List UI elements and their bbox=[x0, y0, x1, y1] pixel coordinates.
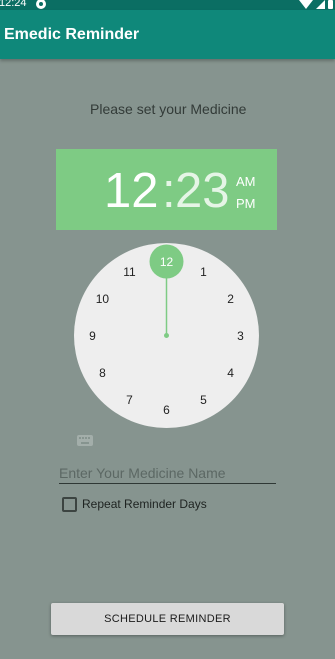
notification-icon bbox=[36, 0, 46, 9]
app-title: Emedic Reminder bbox=[4, 26, 140, 43]
clock-center-dot bbox=[164, 333, 169, 338]
battery-icon bbox=[328, 0, 333, 9]
clock-number-3[interactable]: 3 bbox=[237, 329, 244, 343]
repeat-reminder-checkbox[interactable] bbox=[62, 497, 77, 512]
clock-number-9[interactable]: 9 bbox=[89, 329, 96, 343]
status-icons bbox=[299, 0, 333, 10]
status-time: 12:24 bbox=[0, 0, 27, 9]
clock-number-7[interactable]: 7 bbox=[126, 393, 133, 407]
clock-number-10[interactable]: 10 bbox=[96, 292, 110, 306]
medicine-name-input[interactable] bbox=[59, 462, 276, 484]
status-bar: 12:24 bbox=[0, 0, 335, 10]
time-picker-header: 12 : 23 AM PM bbox=[56, 149, 277, 230]
prompt-text: Please set your Medicine bbox=[90, 101, 247, 117]
wifi-icon bbox=[299, 0, 313, 9]
clock-number-4[interactable]: 4 bbox=[227, 366, 234, 380]
clock-number-2[interactable]: 2 bbox=[227, 292, 234, 306]
am-toggle[interactable]: AM bbox=[236, 174, 256, 189]
clock-number-1[interactable]: 1 bbox=[200, 265, 207, 279]
clock-number-11[interactable]: 11 bbox=[123, 265, 136, 279]
clock-number-12[interactable]: 12 bbox=[160, 255, 174, 269]
clock-dial[interactable]: 121234567891011 bbox=[74, 243, 259, 428]
keyboard-icon[interactable] bbox=[77, 435, 93, 446]
hour-display[interactable]: 12 bbox=[104, 165, 159, 217]
clock-number-8[interactable]: 8 bbox=[99, 366, 106, 380]
app-bar: Emedic Reminder bbox=[0, 10, 335, 59]
time-separator: : bbox=[162, 164, 176, 218]
minute-display[interactable]: 23 bbox=[175, 165, 230, 217]
pm-toggle[interactable]: PM bbox=[236, 196, 256, 211]
repeat-reminder-label[interactable]: Repeat Reminder Days bbox=[82, 497, 207, 511]
signal-icon bbox=[316, 0, 325, 9]
schedule-reminder-button[interactable]: SCHEDULE REMINDER bbox=[51, 603, 284, 635]
clock-number-6[interactable]: 6 bbox=[163, 403, 170, 417]
clock-number-5[interactable]: 5 bbox=[200, 393, 207, 407]
